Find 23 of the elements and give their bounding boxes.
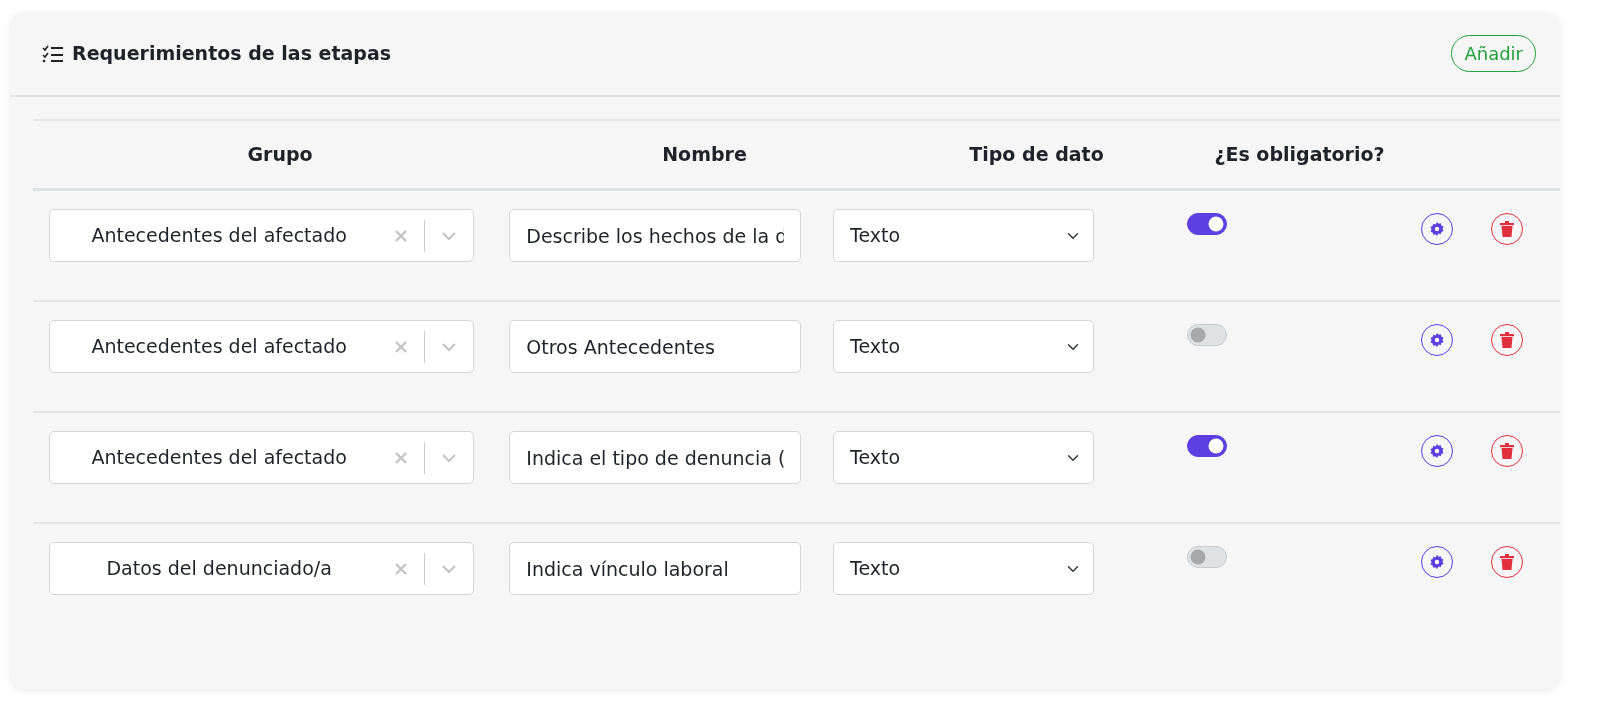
card-title: Requerimientos de las etapas <box>72 41 392 67</box>
settings-icon <box>1429 443 1446 459</box>
column-header: Tipo de dato <box>969 143 1104 166</box>
required-toggle[interactable] <box>1187 435 1227 457</box>
trash-icon <box>1499 443 1514 459</box>
trash-icon <box>1499 554 1514 570</box>
column-header: Grupo <box>247 143 313 166</box>
settings-icon <box>1429 554 1446 570</box>
required-toggle[interactable] <box>1187 213 1227 235</box>
column-header: Nombre <box>662 143 747 166</box>
name-field[interactable]: Indica el tipo de denuncia ( <box>509 431 802 484</box>
settings-icon <box>1429 332 1446 348</box>
type-select[interactable]: Texto <box>833 209 1094 262</box>
checklist-icon <box>42 44 64 63</box>
name-field[interactable]: Indica vínculo laboral <box>509 542 802 595</box>
type-select[interactable]: Texto <box>833 320 1094 373</box>
trash-icon <box>1499 221 1514 237</box>
type-select[interactable]: Texto <box>833 431 1094 484</box>
type-select[interactable]: Texto <box>833 542 1094 595</box>
column-header: ¿Es obligatorio? <box>1214 143 1385 166</box>
trash-icon <box>1499 332 1514 348</box>
settings-icon <box>1429 221 1446 237</box>
name-field[interactable]: Otros Antecedentes <box>509 320 802 373</box>
